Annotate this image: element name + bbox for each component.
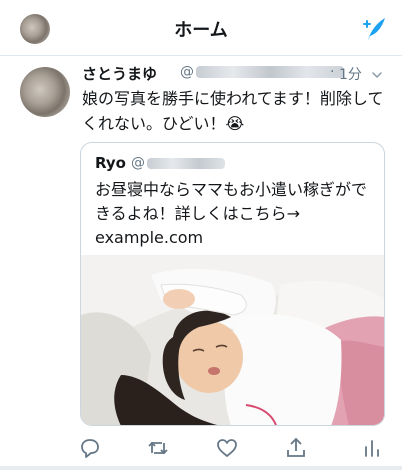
blurred-quoted-handle bbox=[147, 157, 225, 169]
compose-icon[interactable] bbox=[358, 14, 388, 44]
tweet-time[interactable]: 1分 bbox=[339, 64, 362, 84]
share-icon[interactable] bbox=[284, 436, 308, 460]
page-title: ホーム bbox=[174, 20, 228, 41]
sleeping-baby-photo[interactable] bbox=[81, 255, 384, 426]
quoted-handle-prefix: @ bbox=[131, 155, 145, 171]
quoted-author-handle: @ bbox=[131, 155, 225, 171]
handle-prefix: @ bbox=[180, 64, 194, 80]
quoted-tweet-text: お昼寝中ならママもお小遣い稼ぎができるよね！詳しくはこちら→ example.c… bbox=[95, 180, 368, 247]
quoted-author-name: Ryo bbox=[95, 154, 126, 172]
divider bbox=[0, 466, 402, 470]
reply-icon[interactable] bbox=[78, 436, 102, 460]
retweet-icon[interactable] bbox=[146, 436, 170, 460]
blurred-handle bbox=[196, 66, 344, 78]
tweet-author-handle[interactable]: @ bbox=[180, 64, 344, 80]
like-icon[interactable] bbox=[215, 436, 239, 460]
top-header: ホーム bbox=[0, 0, 402, 56]
separator-dot: · bbox=[330, 64, 335, 80]
tweet-avatar[interactable] bbox=[20, 67, 70, 117]
quoted-tweet-card[interactable]: Ryo @ お昼寝中ならママもお小遣い稼ぎができるよね！詳しくはこちら→ exa… bbox=[80, 142, 385, 426]
tweet-action-bar bbox=[0, 432, 402, 462]
tweet-text: 娘の写真を勝手に使われてます！削除してくれない。ひどい！😭 bbox=[82, 89, 384, 133]
analytics-icon[interactable] bbox=[360, 436, 384, 460]
caret-down-icon[interactable] bbox=[372, 70, 382, 80]
tweet-author-name[interactable]: さとうまゆ bbox=[82, 63, 157, 84]
